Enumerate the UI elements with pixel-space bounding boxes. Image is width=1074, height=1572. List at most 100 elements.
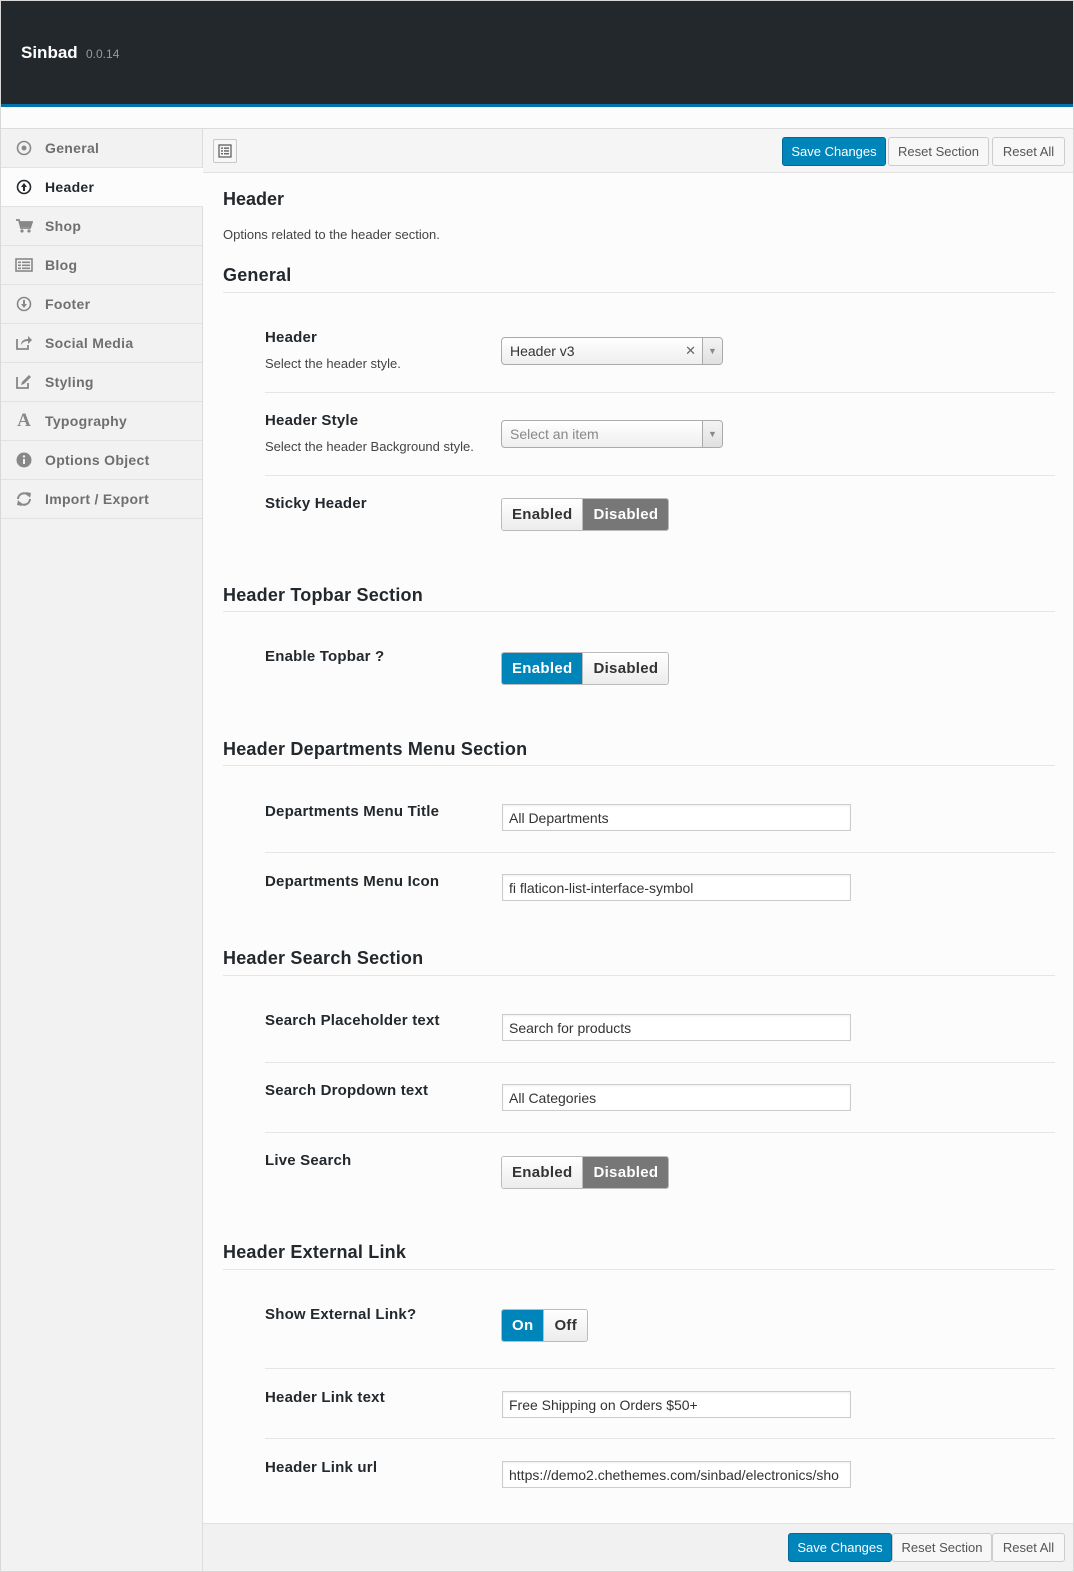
header-link-url-input[interactable]: https://demo2.chethemes.com/sinbad/elect… xyxy=(502,1461,851,1488)
section-title-topbar: Header Topbar Section xyxy=(223,585,423,605)
font-icon: A xyxy=(17,410,31,431)
sidebar-item-blog[interactable]: Blog xyxy=(1,246,202,285)
field-divider xyxy=(265,392,1055,393)
section-title-general: General xyxy=(223,265,292,285)
clear-icon[interactable]: ✕ xyxy=(685,343,696,359)
field-divider xyxy=(265,1438,1055,1439)
sticky-header-field-label: Sticky Header xyxy=(265,495,367,512)
reset-section-button[interactable]: Reset Section xyxy=(888,137,989,166)
header-select[interactable]: Header v3 ✕ ▼ xyxy=(501,337,723,365)
sticky-header-toggle: Enabled Disabled xyxy=(501,498,670,531)
bottom-toolbar: Save Changes Reset Section Reset All xyxy=(203,1523,1073,1571)
sidebar-item-options-object[interactable]: Options Object xyxy=(1,441,202,480)
section-title-departments: Header Departments Menu Section xyxy=(223,739,528,759)
field-divider xyxy=(265,852,1055,853)
reset-all-button[interactable]: Reset All xyxy=(992,137,1065,166)
enable-topbar-disabled-option[interactable]: Disabled xyxy=(582,653,669,684)
expand-icon xyxy=(218,144,232,158)
sidebar-item-general[interactable]: General xyxy=(1,129,202,168)
live-search-enabled-option[interactable]: Enabled xyxy=(502,1157,583,1188)
expand-options-button[interactable] xyxy=(213,139,237,163)
enable-topbar-toggle: Enabled Disabled xyxy=(501,652,670,685)
section-divider xyxy=(223,1269,1055,1270)
app-title: Sinbad xyxy=(21,43,78,62)
sidebar-item-label: Styling xyxy=(45,374,94,390)
sidebar-item-import-export[interactable]: Import / Export xyxy=(1,480,202,519)
search-dropdown-input[interactable]: All Categories xyxy=(502,1084,851,1111)
page-description: Options related to the header section. xyxy=(223,227,440,242)
sidebar-item-shop[interactable]: Shop xyxy=(1,207,202,246)
sidebar-item-label: Options Object xyxy=(45,452,150,468)
share-icon xyxy=(14,333,34,353)
sidebar-item-label: Typography xyxy=(45,413,128,429)
section-divider xyxy=(223,292,1055,293)
header-field-label: Header xyxy=(265,329,318,346)
search-dropdown-field-label: Search Dropdown text xyxy=(265,1082,429,1099)
section-divider xyxy=(223,611,1055,612)
sidebar-item-label: Header xyxy=(45,179,95,195)
main-panel: Save Changes Reset Section Reset All Hea… xyxy=(203,128,1073,1571)
info-icon xyxy=(14,450,34,470)
show-external-link-off-option[interactable]: Off xyxy=(543,1310,587,1341)
save-changes-button[interactable]: Save Changes xyxy=(782,137,886,166)
page-title: Header xyxy=(223,189,285,209)
sidebar-item-label: General xyxy=(45,140,100,156)
sidebar-item-label: Social Media xyxy=(45,335,134,351)
header-link-text-field-label: Header Link text xyxy=(265,1389,385,1406)
field-divider xyxy=(265,1132,1055,1133)
header-select-value: Header v3 xyxy=(510,343,575,359)
show-external-link-on-option[interactable]: On xyxy=(502,1310,544,1341)
section-divider xyxy=(223,765,1055,766)
header-link-text-input[interactable]: Free Shipping on Orders $50+ xyxy=(502,1391,851,1418)
section-title-search: Header Search Section xyxy=(223,948,424,968)
app-version: 0.0.14 xyxy=(86,47,120,61)
live-search-toggle: Enabled Disabled xyxy=(501,1156,670,1189)
enable-topbar-field-label: Enable Topbar ? xyxy=(265,648,385,665)
sidebar-item-social-media[interactable]: Social Media xyxy=(1,324,202,363)
field-divider xyxy=(265,1368,1055,1369)
header-style-select-placeholder: Select an item xyxy=(510,426,599,442)
list-icon xyxy=(14,255,34,275)
search-placeholder-input[interactable]: Search for products xyxy=(502,1014,851,1041)
header-style-field-desc: Select the header Background style. xyxy=(265,439,474,454)
departments-icon-input[interactable]: fi flaticon-list-interface-symbol xyxy=(502,874,851,901)
save-changes-button[interactable]: Save Changes xyxy=(788,1533,892,1562)
header-field-desc: Select the header style. xyxy=(265,356,401,371)
sidebar-item-label: Shop xyxy=(45,218,82,234)
show-external-link-field-label: Show External Link? xyxy=(265,1306,417,1323)
app-header: Sinbad 0.0.14 xyxy=(1,1,1073,107)
header-style-select[interactable]: Select an item ▼ xyxy=(501,420,723,448)
reset-all-button[interactable]: Reset All xyxy=(992,1533,1065,1562)
sidebar-item-typography[interactable]: A Typography xyxy=(1,402,202,441)
top-toolbar: Save Changes Reset Section Reset All xyxy=(203,128,1073,173)
reset-section-button[interactable]: Reset Section xyxy=(892,1533,992,1562)
sidebar-item-footer[interactable]: Footer xyxy=(1,285,202,324)
search-placeholder-field-label: Search Placeholder text xyxy=(265,1012,440,1029)
arrow-up-circle-icon xyxy=(14,177,34,197)
show-external-link-toggle: On Off xyxy=(501,1309,588,1342)
header-link-url-field-label: Header Link url xyxy=(265,1459,378,1476)
arrow-down-circle-icon xyxy=(14,294,34,314)
sidebar-item-label: Blog xyxy=(45,257,78,273)
sidebar-item-header[interactable]: Header xyxy=(1,168,203,207)
sidebar-item-label: Import / Export xyxy=(45,491,150,507)
header-style-field-label: Header Style xyxy=(265,412,359,429)
enable-topbar-enabled-option[interactable]: Enabled xyxy=(502,653,583,684)
cart-icon xyxy=(14,216,34,236)
section-title-external-link: Header External Link xyxy=(223,1242,407,1262)
departments-title-field-label: Departments Menu Title xyxy=(265,803,440,820)
live-search-disabled-option[interactable]: Disabled xyxy=(582,1157,669,1188)
sticky-header-enabled-option[interactable]: Enabled xyxy=(502,499,583,530)
sidebar-item-styling[interactable]: Styling xyxy=(1,363,202,402)
section-divider xyxy=(223,975,1055,976)
field-divider xyxy=(265,475,1055,476)
sidebar-item-label: Footer xyxy=(45,296,91,312)
field-divider xyxy=(265,1062,1055,1063)
sidebar: General Header Shop Blog Footer Social M… xyxy=(1,128,203,1571)
sticky-header-disabled-option[interactable]: Disabled xyxy=(582,499,669,530)
departments-title-input[interactable]: All Departments xyxy=(502,804,851,831)
departments-icon-field-label: Departments Menu Icon xyxy=(265,873,440,890)
chevron-down-icon[interactable]: ▼ xyxy=(702,421,722,447)
edit-icon xyxy=(14,372,34,392)
chevron-down-icon[interactable]: ▼ xyxy=(702,338,722,364)
